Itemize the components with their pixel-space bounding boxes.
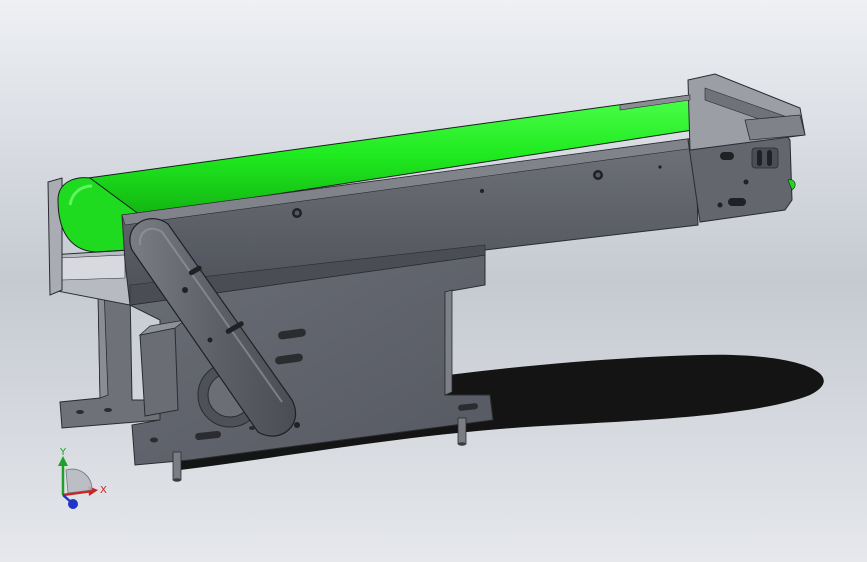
- x-axis-label: X: [100, 485, 107, 496]
- model-viewport[interactable]: Y X: [0, 0, 867, 562]
- rotation-arc: [65, 468, 93, 494]
- conveyor-scene: Y X: [47, 73, 824, 509]
- y-axis-label: Y: [59, 447, 67, 458]
- coordinate-triad[interactable]: Y X: [58, 447, 107, 509]
- z-axis-arrow: [62, 494, 78, 509]
